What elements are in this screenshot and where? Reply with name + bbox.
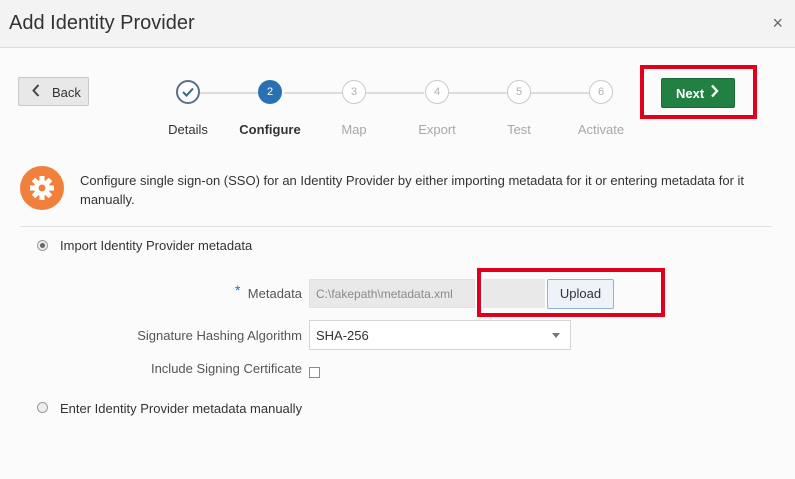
gear-icon [20,166,64,210]
manual-metadata-label[interactable]: Enter Identity Provider metadata manuall… [60,401,302,416]
import-metadata-label[interactable]: Import Identity Provider metadata [60,238,252,253]
hash-algorithm-label: Signature Hashing Algorithm [137,328,302,343]
step-details-label[interactable]: Details [148,122,228,137]
dialog-header: Add Identity Provider × [0,0,795,48]
step-export-label: Export [418,122,456,137]
step-map-circle: 3 [342,80,366,104]
hash-algorithm-value: SHA-256 [316,328,369,343]
train-connector [200,92,258,94]
back-button-label: Back [52,85,81,100]
add-identity-provider-dialog: Add Identity Provider × Back 2 3 4 5 6 D… [0,0,795,479]
hash-algorithm-select[interactable]: SHA-256 [309,320,571,350]
step-configure-circle[interactable]: 2 [258,80,282,104]
step-map-label: Map [341,122,367,137]
train-connector [449,92,507,94]
step-details-circle[interactable] [176,80,200,104]
step-activate-label: Activate [577,122,625,137]
chevron-right-icon [710,84,719,102]
manual-metadata-radio[interactable] [37,402,48,413]
dialog-title: Add Identity Provider [9,12,195,34]
metadata-file-field[interactable]: C:\fakepath\metadata.xml [309,279,475,308]
import-metadata-radio[interactable] [37,240,48,251]
step-activate-circle: 6 [589,80,613,104]
back-button[interactable]: Back [18,77,89,106]
next-button-label: Next [676,86,705,101]
signing-certificate-label: Include Signing Certificate [150,361,302,376]
caret-down-icon [552,333,560,338]
signing-certificate-checkbox[interactable] [309,367,320,378]
chevron-left-icon [32,84,40,100]
metadata-label: Metadata [247,286,302,301]
step-export-circle: 4 [425,80,449,104]
divider [20,226,772,227]
train-connector [284,92,342,94]
train-connector [366,92,424,94]
step-test-circle: 5 [507,80,531,104]
next-button[interactable]: Next [661,78,735,108]
step-test-label: Test [507,122,531,137]
train-connector [531,92,589,94]
upload-highlight-box [477,268,665,317]
close-icon[interactable]: × [772,13,783,34]
step-configure-label[interactable]: Configure [230,122,310,137]
info-message: Configure single sign-on (SSO) for an Id… [80,173,745,207]
check-icon [182,87,194,97]
